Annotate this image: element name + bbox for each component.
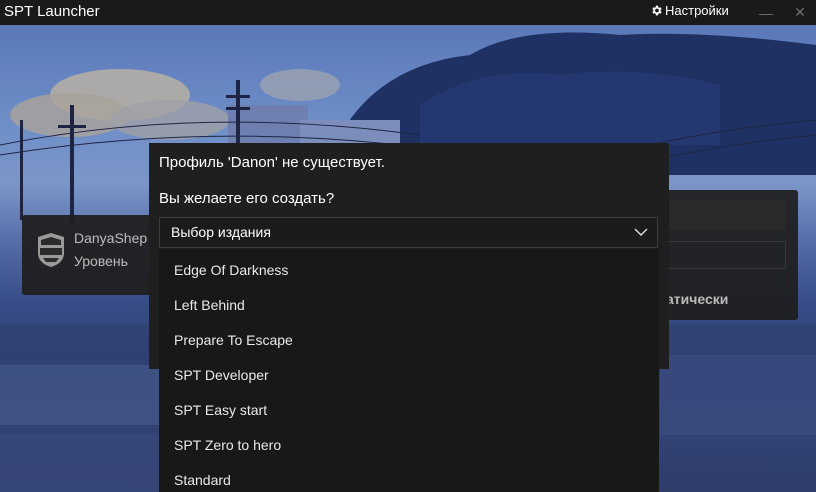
app-title: SPT Launcher [4, 3, 100, 20]
edition-dropdown-list: Edge Of Darkness Left Behind Prepare To … [159, 249, 659, 492]
profile-card: DanyaShep Уровень [22, 215, 162, 295]
profile-level: Уровень [74, 253, 128, 269]
password-field[interactable] [662, 241, 786, 269]
minimize-button[interactable]: — [750, 0, 782, 25]
profile-username: DanyaShep [74, 230, 148, 246]
dialog-question: Вы желаете его создать? [159, 190, 335, 207]
close-button[interactable]: ✕ [784, 0, 816, 25]
gear-icon [652, 5, 662, 16]
chevron-down-icon [634, 228, 648, 236]
edition-option-spt-developer[interactable]: SPT Developer [174, 367, 269, 383]
title-bar: SPT Launcher Настройки — ✕ [0, 0, 816, 25]
username-field[interactable] [662, 200, 786, 230]
edition-option-standard[interactable]: Standard [174, 472, 231, 488]
auto-login-label[interactable]: атически [666, 291, 728, 307]
edition-option-edge-of-darkness[interactable]: Edge Of Darkness [174, 262, 288, 278]
dialog-message: Профиль 'Danon' не существует. [159, 154, 385, 171]
edition-option-prepare-to-escape[interactable]: Prepare To Escape [174, 332, 293, 348]
edition-option-spt-easy-start[interactable]: SPT Easy start [174, 402, 267, 418]
settings-label: Настройки [665, 3, 729, 18]
usec-logo-icon [38, 233, 64, 267]
edition-select-label: Выбор издания [171, 224, 271, 240]
edition-select[interactable]: Выбор издания [159, 217, 658, 248]
edition-option-left-behind[interactable]: Left Behind [174, 297, 245, 313]
settings-button[interactable]: Настройки [650, 3, 729, 18]
edition-option-spt-zero-to-hero[interactable]: SPT Zero to hero [174, 437, 281, 453]
